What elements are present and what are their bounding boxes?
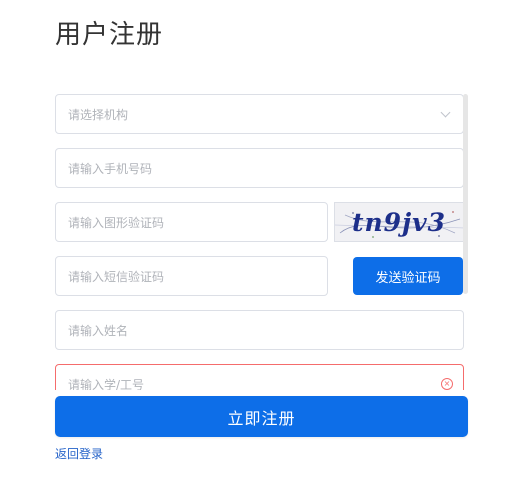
captcha-image[interactable]: tn9jv3 — [334, 202, 464, 242]
phone-input-placeholder: 请输入手机号码 — [68, 161, 153, 176]
student-id-input[interactable]: 请输入学/工号 × — [55, 364, 464, 390]
organization-select-placeholder: 请选择机构 — [68, 107, 129, 122]
back-to-login-link[interactable]: 返回登录 — [55, 445, 103, 462]
registration-page: 用户注册 请选择机构 请输入手机号码 请输入图形验证码 tn9jv3 请输入短信… — [0, 0, 518, 479]
page-title: 用户注册 — [55, 20, 164, 50]
form-scroll-area[interactable]: 请选择机构 请输入手机号码 请输入图形验证码 tn9jv3 请输入短信验证码 发… — [55, 94, 465, 390]
sms-code-input[interactable]: 请输入短信验证码 — [55, 256, 328, 296]
phone-input[interactable]: 请输入手机号码 — [55, 148, 464, 188]
captcha-input[interactable]: 请输入图形验证码 — [55, 202, 328, 242]
error-icon[interactable]: × — [441, 378, 453, 390]
name-input[interactable]: 请输入姓名 — [55, 310, 464, 350]
captcha-code-text: tn9jv3 — [351, 207, 447, 237]
send-code-button[interactable]: 发送验证码 — [353, 257, 463, 295]
chevron-down-icon[interactable] — [440, 107, 451, 117]
name-input-placeholder: 请输入姓名 — [68, 323, 129, 338]
organization-select[interactable]: 请选择机构 — [55, 94, 464, 134]
sms-code-input-placeholder: 请输入短信验证码 — [68, 269, 165, 284]
captcha-input-placeholder: 请输入图形验证码 — [68, 215, 165, 230]
register-button[interactable]: 立即注册 — [55, 396, 468, 437]
student-id-input-placeholder: 请输入学/工号 — [68, 377, 145, 391]
form-scrollbar[interactable] — [463, 94, 468, 294]
